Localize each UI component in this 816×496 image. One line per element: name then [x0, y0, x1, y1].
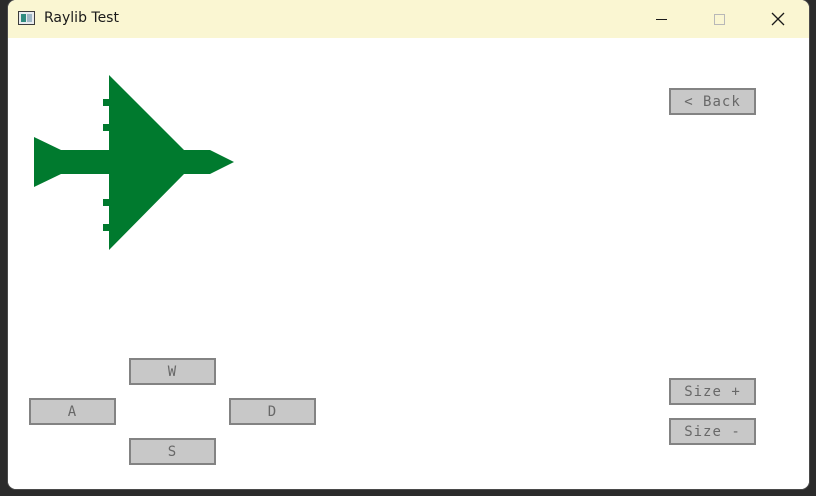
move-right-button[interactable]: D — [229, 398, 316, 425]
size-increase-button[interactable]: Size + — [669, 378, 756, 405]
app-window-icon — [18, 11, 35, 25]
move-down-button[interactable]: S — [129, 438, 216, 465]
size-decrease-button[interactable]: Size - — [669, 418, 756, 445]
maximize-icon — [713, 13, 725, 25]
title-bar[interactable]: Raylib Test — [8, 0, 809, 38]
minimize-icon — [655, 18, 667, 20]
close-icon — [771, 12, 785, 26]
window-title: Raylib Test — [44, 10, 119, 26]
airplane-sprite — [34, 75, 234, 250]
game-canvas[interactable]: < Back W A D S Size + Size - — [8, 38, 809, 489]
minimize-button[interactable] — [632, 0, 690, 38]
maximize-button[interactable] — [690, 0, 748, 38]
app-window: Raylib Test < Back W A D S Size + Size - — [8, 0, 809, 489]
back-button[interactable]: < Back — [669, 88, 756, 115]
move-left-button[interactable]: A — [29, 398, 116, 425]
close-button[interactable] — [749, 0, 807, 38]
move-up-button[interactable]: W — [129, 358, 216, 385]
